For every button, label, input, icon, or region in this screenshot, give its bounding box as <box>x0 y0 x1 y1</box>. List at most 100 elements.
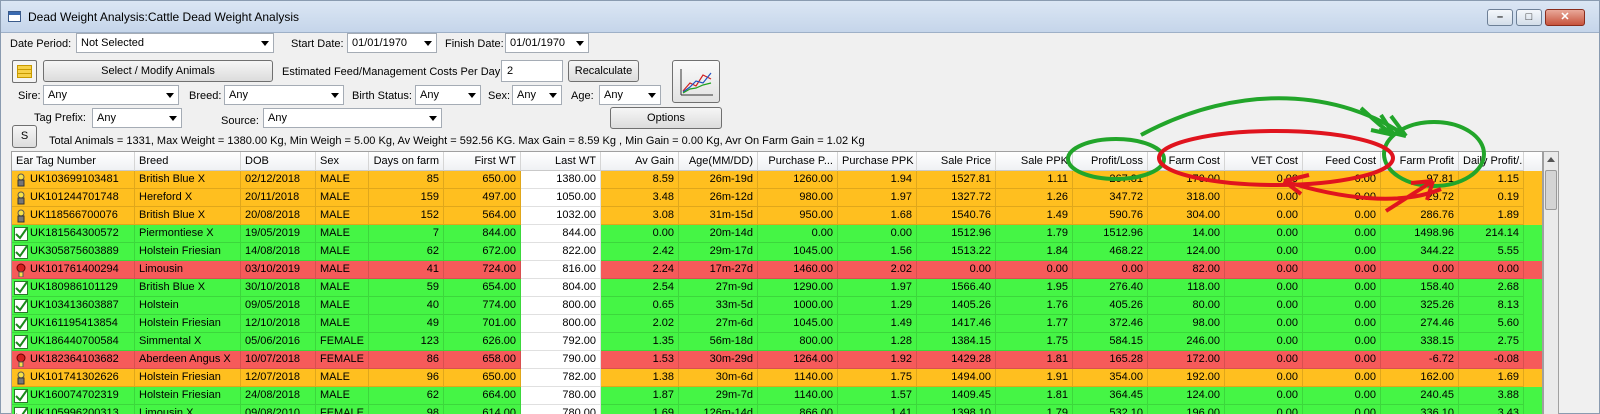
table-row[interactable]: UK105996200313 Limousin X 09/08/2010 FEMALE… <box>12 405 1542 414</box>
chevron-down-icon <box>261 41 269 46</box>
column-header-farm-profit[interactable]: Farm Profit <box>1381 152 1459 171</box>
cell-av-gain: 0.00 <box>601 225 679 243</box>
cell-sale-price: 0.00 <box>917 261 996 279</box>
table-row[interactable]: UK160074702319 Holstein Friesian 24/08/201… <box>12 387 1542 405</box>
cell-dob: 05/06/2016 <box>241 333 316 351</box>
column-header-days-on-farm[interactable]: Days on farm <box>369 152 444 171</box>
start-date-label: Start Date: <box>291 38 344 50</box>
column-header-purchase-ppk[interactable]: Purchase PPK <box>838 152 917 171</box>
title-bar: Dead Weight Analysis:Cattle Dead Weight … <box>1 1 1599 33</box>
table-row[interactable]: UK103413603887 Holstein 09/05/2018 MALE 40 77… <box>12 297 1542 315</box>
column-header-sale-ppk[interactable]: Sale PPK <box>996 152 1073 171</box>
cell-sale-ppk: 1.79 <box>996 225 1073 243</box>
cell-days-on-farm: 98 <box>369 405 444 414</box>
table-row[interactable]: UK305875603889 Holstein Friesian 14/08/201… <box>12 243 1542 261</box>
cell-ear-tag-number: UK186440700584 <box>12 333 135 351</box>
date-period-select[interactable]: Not Selected <box>76 33 274 53</box>
cell-dob: 12/10/2018 <box>241 315 316 333</box>
source-select[interactable]: Any <box>263 108 442 128</box>
column-header-last-wt[interactable]: Last WT <box>521 152 601 171</box>
table-row[interactable]: UK101244701748 Hereford X 20/11/2018 MALE 15… <box>12 189 1542 207</box>
scroll-up-icon[interactable] <box>1547 157 1555 162</box>
cell-last-wt: 1050.00 <box>521 189 601 207</box>
scroll-thumb[interactable] <box>1545 170 1557 210</box>
column-header-farm-cost[interactable]: Farm Cost <box>1148 152 1225 171</box>
cell-vet-cost: 0.00 <box>1225 189 1303 207</box>
column-header-dob[interactable]: DOB <box>241 152 316 171</box>
start-date-picker[interactable]: 01/01/1970 <box>347 33 437 53</box>
cell-feed-cost: 0.00 <box>1303 387 1381 405</box>
cell-value: UK103413603887 <box>30 299 119 311</box>
sire-select[interactable]: Any <box>43 85 179 105</box>
chevron-down-icon <box>169 116 177 121</box>
maximize-button[interactable]: □ <box>1516 9 1542 26</box>
cell-farm-cost: 124.00 <box>1148 387 1225 405</box>
column-header-purchase-p[interactable]: Purchase P... <box>758 152 838 171</box>
column-header-ear-tag-number[interactable]: Ear Tag Number <box>12 152 135 171</box>
table-row[interactable]: UK182364103682 Aberdeen Angus X 10/07/2018… <box>12 351 1542 369</box>
cell-farm-cost: 80.00 <box>1148 297 1225 315</box>
age-label: Age: <box>571 90 594 102</box>
cell-sale-price: 1409.45 <box>917 387 996 405</box>
column-header-profit-loss[interactable]: Profit/Loss <box>1073 152 1148 171</box>
column-header-age-mm-dd[interactable]: Age(MM/DD) <box>679 152 758 171</box>
maximize-icon: □ <box>1525 11 1533 23</box>
cell-ear-tag-number: UK180986101129 <box>12 279 135 297</box>
cell-sale-price: 1429.28 <box>917 351 996 369</box>
table-row[interactable]: UK186440700584 Simmental X 05/06/2016 FEMAL… <box>12 333 1542 351</box>
column-header-sale-price[interactable]: Sale Price <box>917 152 996 171</box>
vertical-scrollbar[interactable] <box>1543 151 1559 414</box>
age-select[interactable]: Any <box>599 85 661 105</box>
cell-age-mm-dd: 27m-9d <box>679 279 758 297</box>
cell-sale-price: 1527.81 <box>917 171 996 189</box>
column-header-first-wt[interactable]: First WT <box>444 152 521 171</box>
chart-button[interactable] <box>672 60 720 103</box>
cell-feed-cost: 0.00 <box>1303 405 1381 414</box>
check-icon <box>14 245 28 259</box>
cell-purchase-p: 866.00 <box>758 405 838 414</box>
cell-feed-cost: 0.00 <box>1303 261 1381 279</box>
cell-purchase-ppk: 1.28 <box>838 333 917 351</box>
column-header-sex[interactable]: Sex <box>316 152 369 171</box>
table-row[interactable]: UK101741302626 Holstein Friesian 12/07/201… <box>12 369 1542 387</box>
cell-sale-ppk: 1.79 <box>996 405 1073 414</box>
cell-days-on-farm: 152 <box>369 207 444 225</box>
minimize-button[interactable]: – <box>1487 9 1513 26</box>
column-header-daily-profit[interactable]: Daily Profit/... <box>1459 152 1524 171</box>
sex-select[interactable]: Any <box>512 85 562 105</box>
cell-first-wt: 774.00 <box>444 297 521 315</box>
cell-dob: 09/08/2010 <box>241 405 316 414</box>
table-row[interactable]: UK103699103481 British Blue X 02/12/2018 MA… <box>12 171 1542 189</box>
close-button[interactable]: ✕ <box>1545 9 1585 26</box>
cell-farm-cost: 318.00 <box>1148 189 1225 207</box>
table-row[interactable]: UK180986101129 British Blue X 30/10/2018 MA… <box>12 279 1542 297</box>
cell-purchase-p: 980.00 <box>758 189 838 207</box>
feed-cost-input[interactable]: 2 <box>501 60 563 82</box>
tag-prefix-select[interactable]: Any <box>92 108 182 128</box>
table-row[interactable]: UK161195413854 Holstein Friesian 12/10/201… <box>12 315 1542 333</box>
grid-view-button[interactable] <box>12 60 37 83</box>
options-button[interactable]: Options <box>610 107 722 129</box>
table-row[interactable]: UK181564300572 Piermontiese X 19/05/2019 MA… <box>12 225 1542 243</box>
breed-select[interactable]: Any <box>224 85 344 105</box>
cell-sex: MALE <box>316 369 369 387</box>
app-window: Dead Weight Analysis:Cattle Dead Weight … <box>0 0 1600 414</box>
finish-date-picker[interactable]: 01/01/1970 <box>505 33 589 53</box>
recalculate-button[interactable]: Recalculate <box>568 60 639 82</box>
table-row[interactable]: UK118566700076 British Blue X 20/08/2018 MA… <box>12 207 1542 225</box>
column-header-breed[interactable]: Breed <box>135 152 241 171</box>
column-header-vet-cost[interactable]: VET Cost <box>1225 152 1303 171</box>
cell-sale-ppk: 1.11 <box>996 171 1073 189</box>
cell-profit-loss: 267.81 <box>1073 171 1148 189</box>
cell-dob: 09/05/2018 <box>241 297 316 315</box>
column-header-av-gain[interactable]: Av Gain <box>601 152 679 171</box>
birth-status-select[interactable]: Any <box>415 85 481 105</box>
table-row[interactable]: UK101761400294 Limousin 03/10/2019 MALE 41 72… <box>12 261 1542 279</box>
cell-vet-cost: 0.00 <box>1225 225 1303 243</box>
s-button[interactable]: S <box>12 125 37 148</box>
cell-purchase-p: 1045.00 <box>758 315 838 333</box>
select-animals-button[interactable]: Select / Modify Animals <box>43 60 273 82</box>
date-period-value: Not Selected <box>81 37 144 49</box>
column-header-feed-cost[interactable]: Feed Cost <box>1303 152 1381 171</box>
cell-profit-loss: 590.76 <box>1073 207 1148 225</box>
